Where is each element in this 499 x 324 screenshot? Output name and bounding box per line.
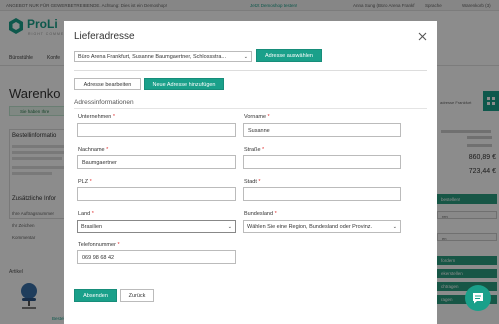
edit-address-tab[interactable]: Adresse bearbeiten [74,78,141,90]
lastname-label-text: Nachname [78,147,105,153]
back-button[interactable]: Zurück [120,289,154,302]
street-field[interactable] [243,155,401,169]
required-marker: * [258,179,261,185]
required-marker: * [117,242,120,248]
country-select[interactable]: Brasilien ⌄ [77,220,236,233]
company-field[interactable] [77,123,236,137]
section-divider [74,108,427,109]
required-marker: * [106,147,109,153]
modal-title: Lieferadresse [74,31,135,42]
firstname-label-text: Vorname [244,114,267,120]
delivery-address-modal: Lieferadresse Büro Arena Frankfurt, Susa… [64,21,437,324]
zip-label: PLZ * [78,179,92,185]
required-marker: * [262,147,265,153]
saved-address-select[interactable]: Büro Arena Frankfurt, Susanne Baumgaertn… [74,51,252,62]
required-marker: * [91,211,94,217]
company-label-text: Unternehmen [78,114,112,120]
required-marker: * [267,114,270,120]
required-marker: * [274,211,277,217]
country-label: Land * [78,211,94,217]
chevron-down-icon: ⌄ [227,224,232,230]
city-label: Stadt * [244,179,261,185]
phone-label-text: Telefonnummer [78,242,116,248]
close-icon[interactable] [418,32,427,41]
chevron-down-icon: ⌄ [243,54,248,60]
chevron-down-icon: ⌄ [392,224,397,230]
new-address-tab[interactable]: Neue Adresse hinzufügen [144,78,224,90]
select-address-button[interactable]: Adresse auswählen [256,49,322,62]
phone-label: Telefonnummer * [78,242,120,248]
company-label: Unternehmen * [78,114,115,120]
state-label-text: Bundesland [244,211,274,217]
chat-icon [473,293,483,304]
lastname-field[interactable]: Baumgaertner [77,155,236,169]
zip-field[interactable] [77,187,236,201]
zip-label-text: PLZ [78,179,89,185]
street-label: Straße * [244,147,264,153]
state-label: Bundesland * [244,211,277,217]
lastname-label: Nachname * [78,147,108,153]
required-marker: * [89,179,92,185]
city-label-text: Stadt [244,179,257,185]
address-info-heading: Adressinformationen [74,99,134,106]
firstname-label: Vorname * [244,114,270,120]
firstname-field[interactable]: Susanne [243,123,401,137]
street-label-text: Straße [244,147,261,153]
country-label-text: Land [78,211,91,217]
submit-button[interactable]: Absenden [74,289,117,302]
divider [74,70,427,71]
city-field[interactable] [243,187,401,201]
state-select[interactable]: Wählen Sie eine Region, Bundesland oder … [243,220,401,233]
phone-field[interactable]: 069 98 68 42 [77,250,236,264]
chat-button[interactable] [465,285,491,311]
country-select-value: Brasilien [81,224,103,230]
state-select-value: Wählen Sie eine Region, Bundesland oder … [247,224,373,230]
saved-address-value: Büro Arena Frankfurt, Susanne Baumgaertn… [78,54,226,60]
required-marker: * [112,114,115,120]
